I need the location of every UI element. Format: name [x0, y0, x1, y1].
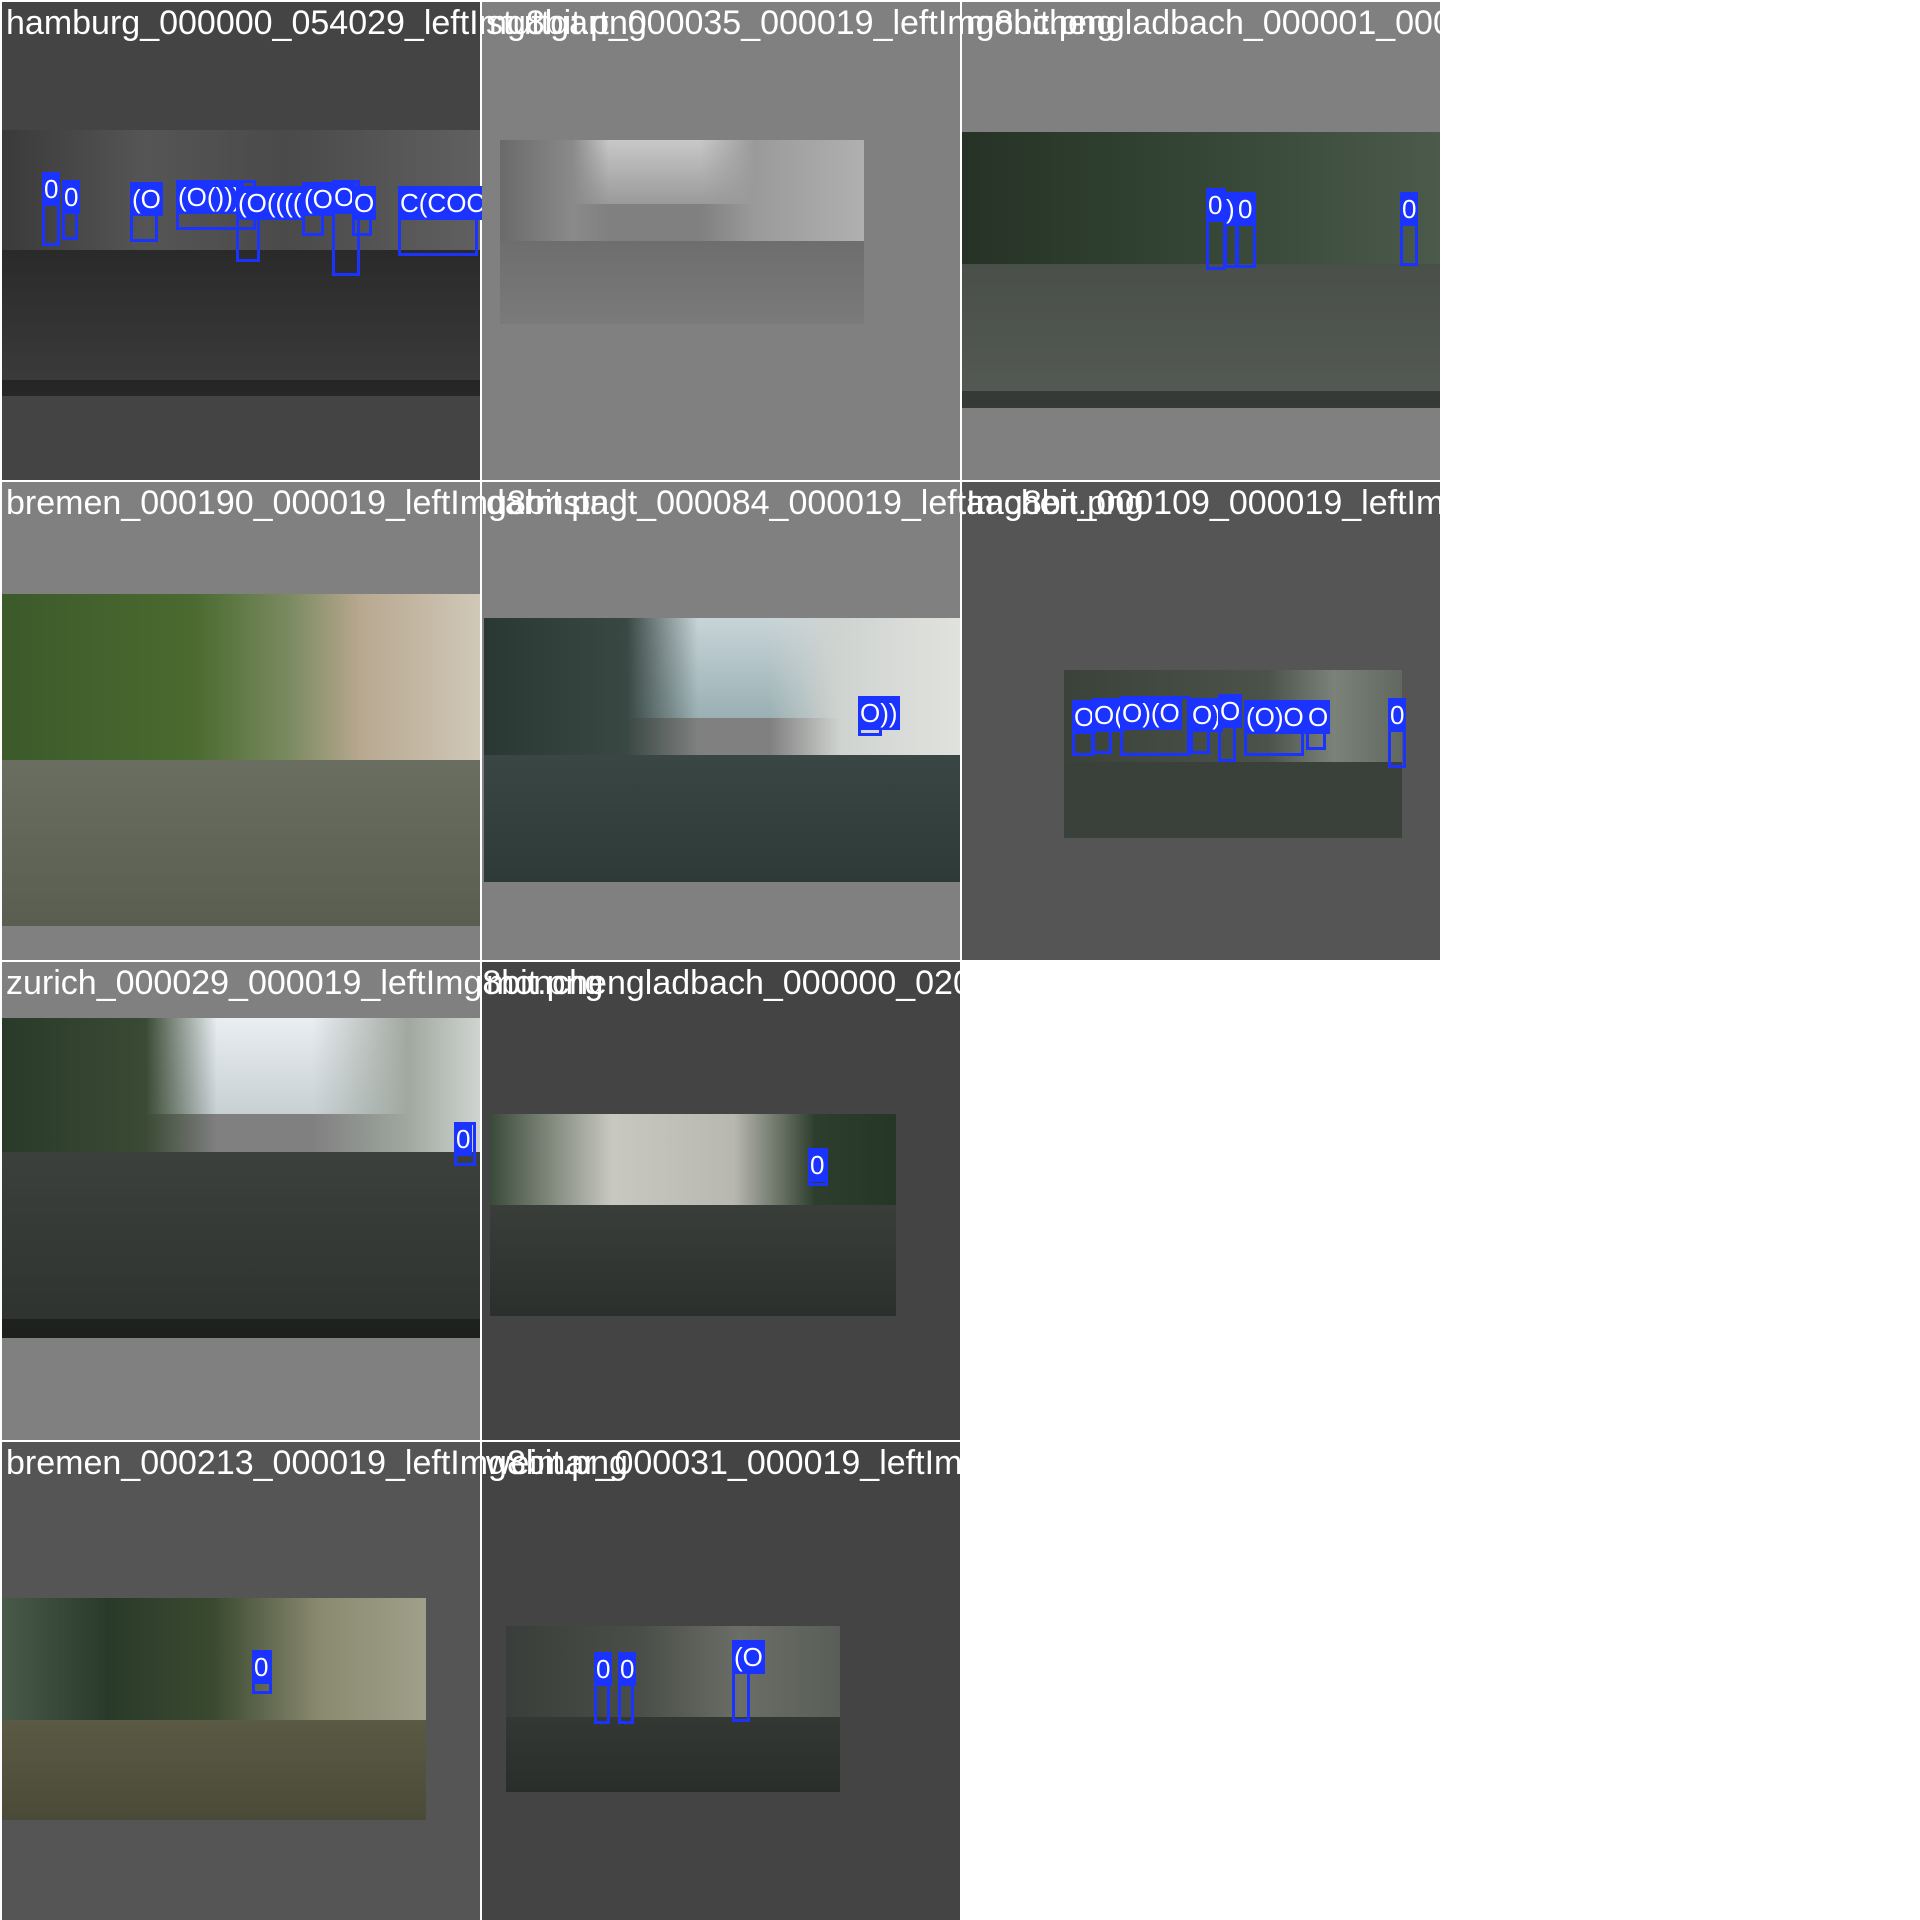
tile-weimar: 0 0 (O weimar_000031_000019_leftImg8bit.…: [482, 1442, 1102, 1920]
mosaic-canvas: { "colors": { "box": "#1a33ff", "label_t…: [0, 0, 1920, 1920]
tile-caption: monchengladbach_000000_020596_leftImg8bi: [486, 964, 1195, 1002]
street-photo: [490, 1114, 896, 1316]
street-photo: [2, 130, 480, 396]
tile-monchengladbach-0: 0 monchengladbach_000000_020596_leftImg8…: [482, 962, 1195, 1440]
street-photo: [962, 132, 1440, 408]
street-photo: [2, 1598, 426, 1820]
street-photo: [484, 618, 960, 882]
tile-caption: monchengladbach_000001_000054_leftImg8bi: [966, 4, 1675, 42]
tile-zurich: 0 zurich_000029_000019_leftImg8bit.png: [2, 962, 603, 1440]
tile-darmstadt: O)) darmstadt_000084_000019_leftImg8bit.…: [482, 482, 1144, 960]
tile-bremen-190: bremen_000190_000019_leftImg8bit.png: [2, 482, 628, 960]
street-photo: [2, 594, 480, 926]
tile-stuttgart: stuttgart_000035_000019_leftImg8bit.png: [482, 2, 1116, 480]
street-photo: [500, 140, 864, 324]
street-photo: [506, 1626, 840, 1792]
tile-caption: aachen_000109_000019_leftImg8bit.png: [966, 484, 1585, 522]
tile-aachen: O O( O)(O O) O (O)O O 0 aachen_000109_00…: [962, 482, 1584, 960]
tile-monchengladbach-1: 0 ) 0 0 monchengladbach_000001_000054_le…: [962, 2, 1675, 480]
tile-hamburg: 0 0 (O (O())) (O(((( (O O O C(COCO hambu…: [2, 2, 647, 480]
street-photo: [2, 1018, 480, 1338]
tile-caption: weimar_000031_000019_leftImg8bit.png: [486, 1444, 1103, 1482]
tile-bremen-213: 0 bremen_000213_000019_leftImg8bit.png: [2, 1442, 628, 1920]
